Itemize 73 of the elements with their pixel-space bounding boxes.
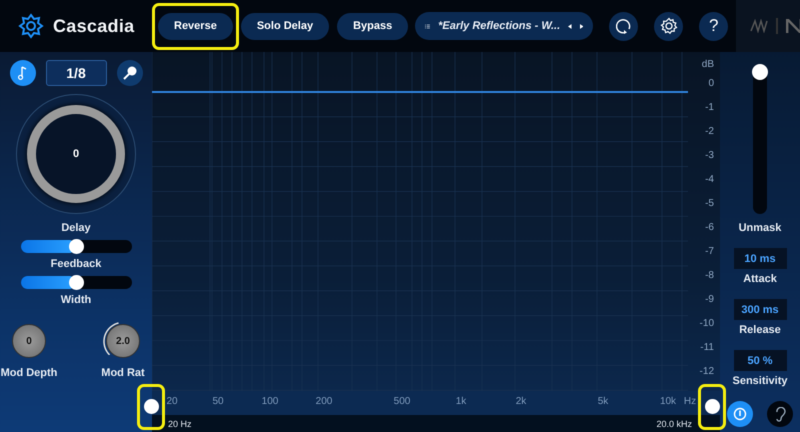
- tap-button[interactable]: [116, 60, 142, 86]
- slider-track[interactable]: [20, 276, 132, 289]
- db-tick: 0: [708, 77, 714, 91]
- unmask-track[interactable]: [753, 64, 767, 214]
- db-tick: -2: [705, 125, 714, 139]
- frequency-tick: Hz: [684, 396, 696, 407]
- toolbar-button[interactable]: Bypass: [331, 2, 414, 50]
- slider-label: Width: [60, 294, 92, 306]
- preset-selector[interactable]: *Early Reflections - W...: [415, 12, 594, 40]
- high-frequency-label: 20.0 kHz: [656, 418, 692, 428]
- delay-value: 0: [72, 148, 80, 160]
- knob-label: Mod Rat: [101, 367, 145, 379]
- param-field[interactable]: 10 ms: [734, 248, 786, 269]
- settings-icon: [660, 17, 678, 35]
- mod-knob[interactable]: 2.0: [106, 324, 140, 358]
- ear-icon: [774, 406, 786, 422]
- list-icon: [425, 22, 430, 30]
- frequency-tick: 500: [394, 396, 410, 407]
- wave-logo-icon: [750, 19, 768, 33]
- param-label: Sensitivity: [732, 375, 788, 387]
- frequency-tick: 200: [316, 396, 332, 407]
- delay-label: Delay: [61, 222, 91, 234]
- db-tick: -8: [705, 269, 714, 283]
- db-tick: -3: [705, 149, 714, 163]
- logo-icon: [18, 13, 44, 39]
- power-button[interactable]: [727, 401, 753, 427]
- ear-button[interactable]: [767, 401, 793, 427]
- frequency-tick: 1k: [456, 396, 466, 407]
- db-tick: -11: [700, 341, 714, 355]
- unmask-label: Unmask: [738, 222, 782, 234]
- frequency-tick: 50: [212, 396, 224, 407]
- frequency-tick: 20: [166, 396, 178, 407]
- db-tick: -12: [700, 365, 714, 379]
- frequency-tick: 100: [262, 396, 278, 407]
- preset-name: *Early Reflections - W...: [438, 20, 560, 32]
- delay-knob[interactable]: 0: [16, 94, 136, 214]
- knob-label: Mod Depth: [0, 367, 58, 379]
- slider-thumb[interactable]: [69, 239, 84, 254]
- toolbar-button[interactable]: Reverse: [152, 2, 239, 50]
- app-title: Cascadia: [53, 16, 134, 36]
- mod-knob[interactable]: 0: [12, 324, 46, 358]
- param-label: Release: [739, 324, 781, 336]
- help-button[interactable]: ?: [699, 12, 728, 40]
- frequency-tick: 10k: [660, 396, 676, 407]
- param-label: Attack: [743, 273, 777, 285]
- power-icon: [733, 407, 747, 421]
- db-tick: -7: [705, 245, 714, 259]
- divider-line-icon: [776, 18, 778, 34]
- note-button[interactable]: [10, 60, 36, 86]
- param-field[interactable]: 50 %: [734, 350, 786, 371]
- brand-logo-icon: [786, 19, 800, 33]
- frequency-tick: 5k: [598, 396, 608, 407]
- slider-thumb[interactable]: [69, 275, 84, 290]
- mallet-icon: [122, 65, 138, 81]
- db-tick: -4: [705, 173, 714, 187]
- frequency-tick: 2k: [516, 396, 526, 407]
- param-field[interactable]: 300 ms: [734, 299, 786, 320]
- db-tick: -5: [705, 197, 714, 211]
- refresh-icon: [616, 18, 632, 34]
- low-frequency-handle[interactable]: [137, 384, 165, 430]
- db-tick: -6: [705, 221, 714, 235]
- low-frequency-label: 20 Hz: [168, 418, 192, 428]
- unmask-thumb[interactable]: [752, 64, 768, 80]
- db-unit: dB: [702, 58, 714, 72]
- db-tick: -1: [705, 101, 714, 115]
- slider-track[interactable]: [20, 240, 132, 253]
- reset-button[interactable]: [609, 12, 638, 40]
- db-tick: -9: [705, 293, 714, 307]
- division-field[interactable]: 1/8: [46, 60, 106, 86]
- settings-button[interactable]: [654, 12, 684, 40]
- slider-label: Feedback: [50, 258, 102, 270]
- music-note-icon: [18, 66, 28, 80]
- db-tick: -10: [700, 317, 714, 331]
